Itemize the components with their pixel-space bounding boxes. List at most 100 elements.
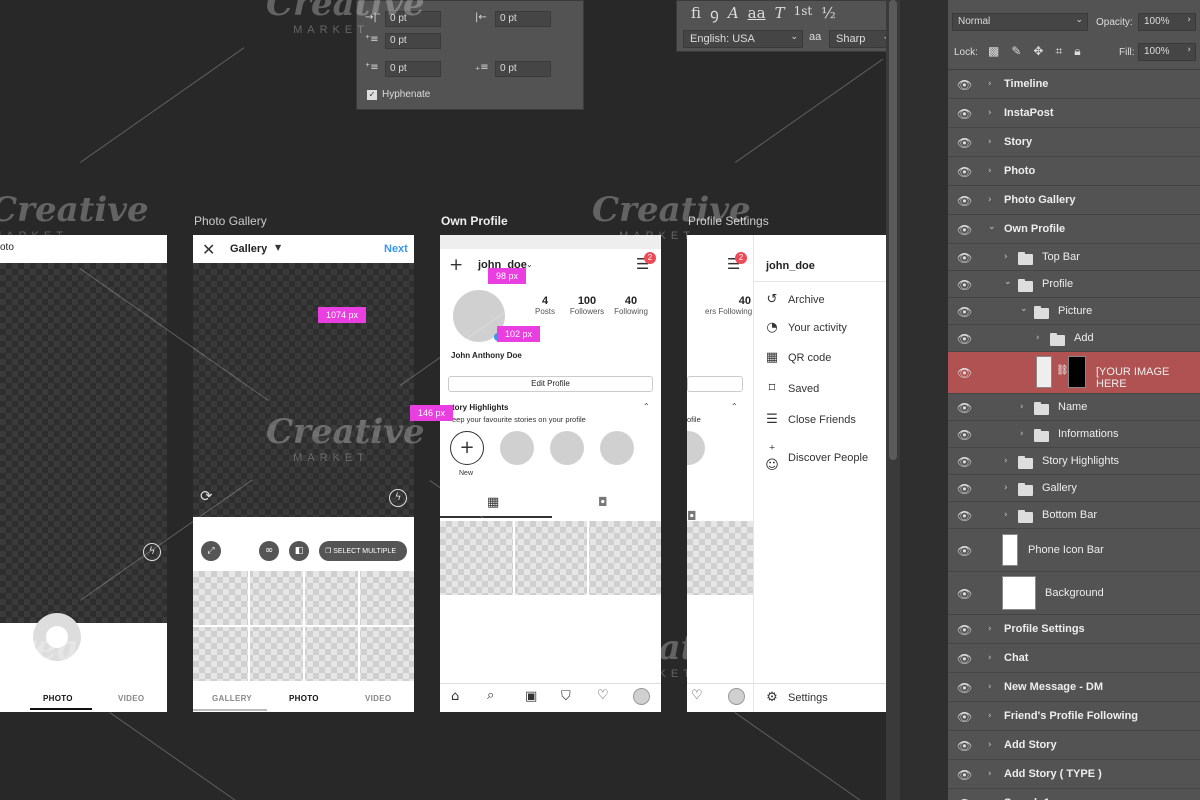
visibility-eye-icon[interactable]: 👁︎ xyxy=(957,107,972,121)
indent-left-field[interactable]: →| 0 pt xyxy=(365,11,441,27)
visibility-eye-icon[interactable]: 👁︎ xyxy=(957,305,972,319)
artboard-profile-settings[interactable]: ☰ 2 40 ers Following ⌃ ofile ◘ ♡ john_do… xyxy=(687,235,886,712)
layer-row[interactable]: 👁︎ › Chat xyxy=(948,644,1200,673)
tab-photo[interactable]: PHOTO xyxy=(43,694,73,703)
lock-artboard-icon[interactable]: ⌗ xyxy=(1055,44,1062,59)
lock-all-icon[interactable]: 🔒︎ xyxy=(1074,44,1080,59)
expand-chevron-icon[interactable]: › xyxy=(988,137,992,147)
flash-icon[interactable]: ϟ xyxy=(389,489,407,507)
stat-following[interactable]: 40 Following xyxy=(610,295,652,316)
blend-mode-select[interactable]: Normal ⌄ xyxy=(952,13,1088,31)
visibility-eye-icon[interactable]: 👁︎ xyxy=(957,194,972,208)
visibility-eye-icon[interactable]: 👁︎ xyxy=(957,587,972,601)
layer-row[interactable]: 👁︎ › Add Story ( TYPE ) xyxy=(948,760,1200,789)
discretionary-ligature-glyph-button[interactable]: ꝯ xyxy=(710,4,719,24)
visibility-eye-icon[interactable]: 👁︎ xyxy=(957,681,972,695)
posts-grid[interactable] xyxy=(440,521,661,595)
home-icon[interactable]: ⌂ xyxy=(451,689,459,704)
scrollbar-thumb[interactable] xyxy=(889,0,897,460)
layer-row[interactable]: 👁︎ › Add Story xyxy=(948,731,1200,760)
menu-item-settings[interactable]: ⚙ Settings xyxy=(764,690,828,705)
language-select[interactable]: English: USA ⌄ xyxy=(683,30,803,48)
artboard-photo-gallery[interactable]: ✕ Gallery ▼ Next ⟳ ϟ ⤢ ∞ ◧ ❐ SELECT MULT… xyxy=(193,235,414,712)
heart-icon[interactable]: ♡ xyxy=(691,688,703,703)
highlight-placeholder[interactable] xyxy=(550,431,584,465)
collapse-chevron-icon[interactable]: ⌄ xyxy=(1004,277,1012,287)
layer-row[interactable]: 👁︎ › Photo xyxy=(948,157,1200,186)
expand-chevron-icon[interactable]: › xyxy=(1004,456,1008,466)
visibility-eye-icon[interactable]: 👁︎ xyxy=(957,739,972,753)
add-icon[interactable]: + xyxy=(449,255,463,275)
expand-chevron-icon[interactable]: › xyxy=(988,166,992,176)
visibility-eye-icon[interactable]: 👁︎ xyxy=(957,544,972,558)
expand-chevron-icon[interactable]: › xyxy=(988,108,992,118)
expand-chevron-icon[interactable]: › xyxy=(988,653,992,663)
tab-video[interactable]: VIDEO xyxy=(118,694,144,703)
expand-chevron-icon[interactable]: › xyxy=(988,624,992,634)
lock-image-pixels-icon[interactable]: ✎ xyxy=(1011,44,1021,59)
close-icon[interactable]: ✕ xyxy=(202,240,215,259)
stylistic-alternate-glyph-button[interactable]: aa xyxy=(748,4,766,24)
rotate-icon[interactable]: ⟳ xyxy=(200,487,213,505)
visibility-eye-icon[interactable]: 👁︎ xyxy=(957,482,972,496)
expand-chevron-icon[interactable]: › xyxy=(1004,483,1008,493)
visibility-eye-icon[interactable]: 👁︎ xyxy=(957,710,972,724)
swash-glyph-button[interactable]: A xyxy=(728,4,739,24)
tab-photo[interactable]: PHOTO xyxy=(289,694,319,703)
expand-chevron-icon[interactable]: › xyxy=(988,682,992,692)
layer-row[interactable]: 👁︎ › Story xyxy=(948,128,1200,157)
visibility-eye-icon[interactable]: 👁︎ xyxy=(957,78,972,92)
visibility-eye-icon[interactable]: 👁︎ xyxy=(957,623,972,637)
ligature-glyph-button[interactable]: ﬁ xyxy=(691,4,701,24)
ordinal-glyph-button[interactable]: 1st xyxy=(794,4,813,24)
opacity-field[interactable]: 100% › xyxy=(1138,13,1196,31)
layer-row[interactable]: 👁︎ ⛓ [YOUR IMAGE HERE xyxy=(948,352,1200,394)
layer-row[interactable]: 👁︎ Phone Icon Bar xyxy=(948,529,1200,572)
antialias-select[interactable]: Sharp ⌄ xyxy=(829,30,886,48)
tab-video[interactable]: VIDEO xyxy=(365,694,391,703)
titling-glyph-button[interactable]: T xyxy=(775,4,785,24)
checkbox-checked-icon[interactable]: ✓ xyxy=(367,89,377,100)
indent-right-field[interactable]: |← 0 pt xyxy=(475,11,551,27)
layer-row[interactable]: 👁︎ › New Message - DM xyxy=(948,673,1200,702)
layer-row[interactable]: 👁︎ › Bottom Bar xyxy=(948,502,1200,529)
artboard-label-photo-gallery[interactable]: Photo Gallery xyxy=(194,214,267,228)
chevron-down-icon[interactable]: ⌄ xyxy=(526,260,533,269)
tagged-photos-icon[interactable]: ◘ xyxy=(598,495,608,509)
expand-chevron-icon[interactable]: › xyxy=(988,740,992,750)
menu-item-qr-code[interactable]: ▦ QR code xyxy=(764,350,832,365)
new-highlight-button[interactable]: + xyxy=(450,431,484,465)
menu-item-saved[interactable]: ⌑ Saved xyxy=(764,381,820,396)
indent-first-line-field[interactable]: ⁺≡ 0 pt xyxy=(365,33,441,49)
highlight-placeholder[interactable] xyxy=(500,431,534,465)
menu-item-archive[interactable]: ↺ Archive xyxy=(764,292,825,307)
layout-icon[interactable]: ◧ xyxy=(289,541,309,561)
profile-tab-avatar[interactable] xyxy=(633,688,650,705)
visibility-eye-icon[interactable]: 👁︎ xyxy=(957,455,972,469)
space-after-field[interactable]: ₊≡ 0 pt xyxy=(475,61,551,77)
layer-row[interactable]: 👁︎ › Gallery xyxy=(948,475,1200,502)
expand-chevron-icon[interactable]: › xyxy=(1020,402,1024,412)
caret-down-icon[interactable]: ▼ xyxy=(275,243,281,252)
visibility-eye-icon[interactable]: 👁︎ xyxy=(957,223,972,237)
visibility-eye-icon[interactable]: 👁︎ xyxy=(957,401,972,415)
visibility-eye-icon[interactable]: 👁︎ xyxy=(957,366,972,380)
gallery-grid[interactable] xyxy=(193,571,414,681)
layer-row[interactable]: 👁︎ › Informations xyxy=(948,421,1200,448)
boomerang-icon[interactable]: ∞ xyxy=(259,541,279,561)
gallery-title[interactable]: Gallery xyxy=(230,243,267,255)
lock-position-icon[interactable]: ✥ xyxy=(1033,44,1043,59)
shutter-button[interactable] xyxy=(33,613,81,661)
collapse-chevron-icon[interactable]: ⌄ xyxy=(988,222,996,232)
menu-item-close-friends[interactable]: ☰ Close Friends xyxy=(764,412,856,427)
canvas-vertical-scrollbar[interactable] xyxy=(886,0,900,800)
tab-gallery[interactable]: GALLERY xyxy=(212,694,252,703)
artboard-own-profile[interactable]: + john_doe ⌄ ☰ 2 4 Posts 100 Followers 4… xyxy=(440,235,661,712)
layer-row[interactable]: 👁︎ Background xyxy=(948,572,1200,615)
layer-row[interactable]: 👁︎ ⌄ Own Profile xyxy=(948,215,1200,244)
layer-row[interactable]: 👁︎ › Photo Gallery xyxy=(948,186,1200,215)
hyphenate-checkbox[interactable]: ✓ Hyphenate xyxy=(367,89,430,100)
layer-row[interactable]: 👁︎ › Top Bar xyxy=(948,244,1200,271)
document-canvas[interactable]: →| 0 pt |← 0 pt ⁺≡ 0 pt ⁺≡ 0 pt ₊≡ 0 pt … xyxy=(0,0,886,800)
layer-row[interactable]: 👁︎ ⌄ Picture xyxy=(948,298,1200,325)
